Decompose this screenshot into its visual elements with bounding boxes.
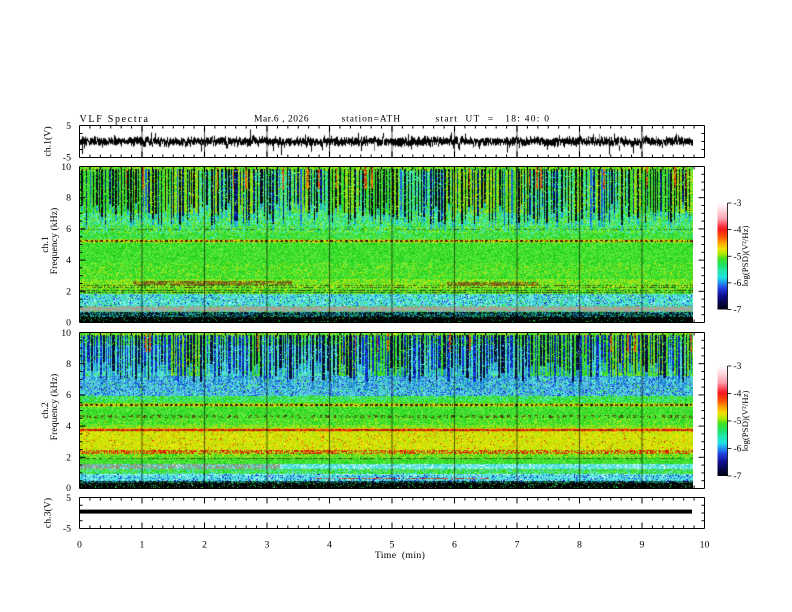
svg-text:6: 6	[66, 390, 71, 401]
svg-text:2: 2	[202, 540, 207, 551]
svg-text:6: 6	[452, 540, 457, 551]
svg-text:5: 5	[66, 121, 71, 132]
svg-text:8: 8	[66, 359, 71, 370]
svg-text:-5: -5	[63, 523, 71, 534]
svg-text:-7: -7	[734, 472, 742, 482]
svg-text:2: 2	[66, 452, 71, 463]
svg-text:10: 10	[61, 328, 71, 339]
svg-text:10: 10	[700, 540, 710, 551]
svg-text:5: 5	[66, 493, 71, 504]
svg-text:7: 7	[515, 540, 520, 551]
svg-text:log(PSD)(V²/Hz): log(PSD)(V²/Hz)	[740, 226, 750, 287]
svg-text:-3: -3	[734, 362, 742, 372]
svg-text:4: 4	[66, 421, 71, 432]
svg-text:8: 8	[66, 193, 71, 204]
svg-text:0: 0	[66, 318, 71, 329]
svg-text:ch.1(V): ch.1(V)	[43, 126, 54, 156]
svg-text:6: 6	[66, 224, 71, 235]
svg-text:Time (min): Time (min)	[375, 550, 425, 561]
svg-text:9: 9	[640, 540, 645, 551]
svg-text:2: 2	[66, 286, 71, 297]
svg-text:Frequency (kHz): Frequency (kHz)	[49, 208, 60, 275]
svg-text:8: 8	[577, 540, 582, 551]
svg-text:10: 10	[61, 162, 71, 173]
svg-text:1: 1	[140, 540, 145, 551]
svg-text:Frequency (kHz): Frequency (kHz)	[49, 374, 60, 441]
svg-text:log(PSD)(V²/Hz): log(PSD)(V²/Hz)	[740, 391, 750, 452]
svg-text:-7: -7	[734, 306, 742, 316]
svg-text:station=ATH: station=ATH	[342, 115, 402, 125]
svg-text:0: 0	[77, 540, 82, 551]
svg-text:-3: -3	[734, 199, 742, 209]
svg-text:ch.3(V): ch.3(V)	[43, 498, 54, 528]
svg-text:4: 4	[66, 255, 71, 266]
svg-text:start UT = 18: 40: 0: start UT = 18: 40: 0	[436, 115, 551, 125]
svg-text:3: 3	[265, 540, 270, 551]
svg-text:4: 4	[327, 540, 332, 551]
svg-text:VLF Spectra: VLF Spectra	[80, 114, 150, 125]
svg-text:Mar.6 , 2026: Mar.6 , 2026	[254, 115, 309, 125]
